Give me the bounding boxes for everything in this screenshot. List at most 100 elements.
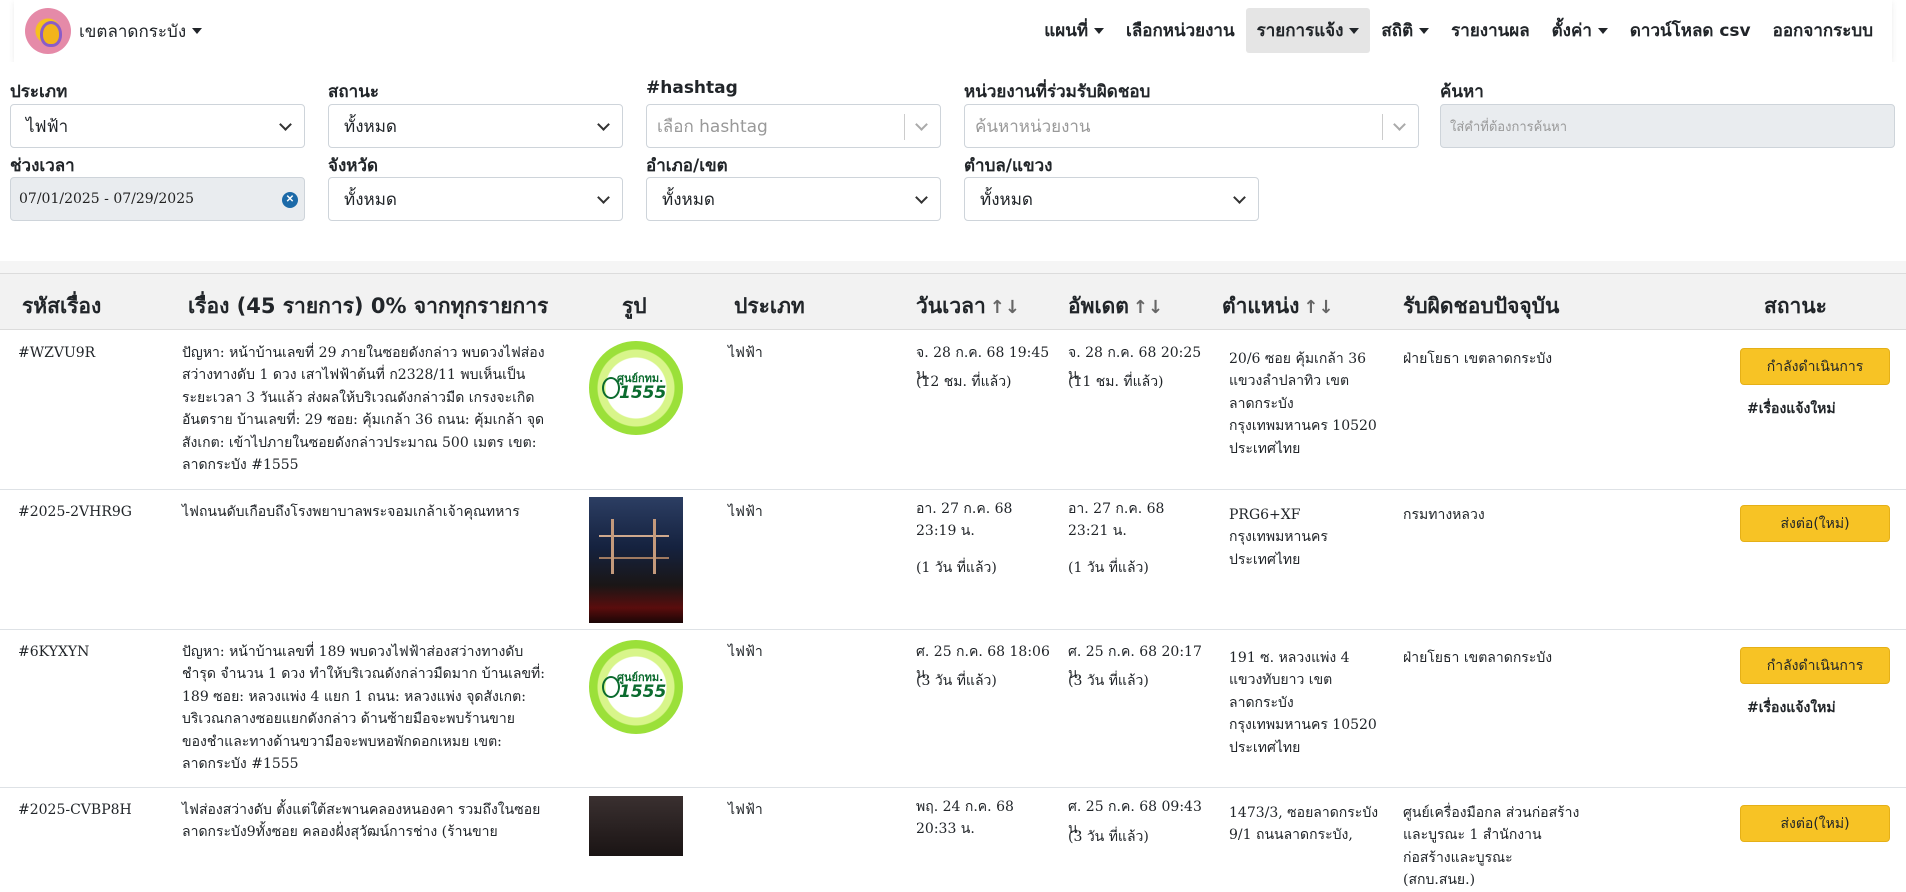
row-type: ไฟฟ้า: [728, 644, 763, 660]
row-code[interactable]: #WZVU9R: [18, 342, 95, 364]
nav-item-7[interactable]: ออกจากระบบ: [1762, 8, 1884, 53]
status-button[interactable]: ส่งต่อ(ใหม่): [1740, 505, 1890, 542]
table-header: รหัสเรื่อง เรื่อง (45 รายการ) 0% จากทุกร…: [0, 273, 1906, 330]
table-row[interactable]: #WZVU9R ปัญหา: หน้าบ้านเลขที่ 29 ภายในซอ…: [0, 331, 1906, 490]
row-title: ไฟถนนดับเกือบถึงโรงพยาบาลพระจอมเกล้าเจ้า…: [182, 504, 520, 520]
photo-pole: [611, 519, 614, 574]
navbar: เขตลาดกระบัง แผนที่ เลือกหน่วยงาน รายการแจ…: [14, 0, 1892, 62]
chevron-down-icon: [597, 191, 610, 204]
row-title: ปัญหา: หน้าบ้านเลขที่ 189 พบดวงไฟฟ้าส่อง…: [182, 644, 545, 773]
chevron-down-icon: [1233, 191, 1246, 204]
header-status: สถานะ: [1764, 294, 1827, 318]
brand-name: เขตลาดกระบัง: [79, 21, 187, 42]
row-code[interactable]: #2025-CVBP8H: [18, 799, 132, 821]
province-select[interactable]: ทั้งหมด: [328, 177, 623, 221]
table-row[interactable]: #2025-2VHR9G ไฟถนนดับเกือบถึงโรงพยาบาลพร…: [0, 490, 1906, 630]
clear-icon[interactable]: ✕: [282, 192, 298, 208]
date-range-input[interactable]: 07/01/2025 - 07/29/2025 ✕: [10, 177, 305, 221]
row-location: 1473/3, ซอยลาดกระบัง 9/1 ถนนลาดกระบัง,: [1229, 805, 1379, 844]
district-select[interactable]: ทั้งหมด: [646, 177, 941, 221]
select-separator: [1382, 114, 1383, 140]
nav-item-2[interactable]: รายการแจ้ง: [1245, 8, 1371, 53]
row-type: ไฟฟ้า: [728, 345, 763, 361]
header-responsible: รับผิดชอบปัจจุบัน: [1403, 294, 1560, 318]
row-responsible: กรมทางหลวง: [1403, 507, 1485, 523]
type-label: ประเภท: [10, 82, 68, 102]
row-responsible: ฝ่ายโยธา เขตลาดกระบัง: [1403, 351, 1553, 367]
row-tag[interactable]: #เรื่องแจ้งใหม่: [1747, 697, 1836, 719]
nav-item-5[interactable]: ตั้งค่า: [1541, 8, 1619, 53]
row-updated-ago: (11 ชม. ที่แล้ว): [1068, 374, 1164, 390]
photo-bridge: [599, 535, 669, 559]
row-location: 20/6 ซอย คุ้มเกล้า 36 แขวงลำปลาทิว เขตลา…: [1229, 351, 1377, 457]
row-updated-ago: (3 วัน ที่แล้ว): [1068, 673, 1149, 689]
row-code[interactable]: #6KYXYN: [18, 641, 89, 663]
chevron-down-icon: [1349, 27, 1360, 34]
chevron-down-icon: [597, 118, 610, 131]
row-responsible: ฝ่ายโยธา เขตลาดกระบัง: [1403, 650, 1553, 666]
province-label: จังหวัด: [328, 156, 379, 176]
row-code[interactable]: #2025-2VHR9G: [18, 501, 132, 523]
row-datetime-ago: (12 ชม. ที่แล้ว): [916, 374, 1012, 390]
sort-icon[interactable]: ↑↓: [1133, 297, 1163, 318]
header-title: เรื่อง (45 รายการ) 0% จากทุกรายการ: [188, 294, 549, 318]
chevron-down-icon: [1419, 27, 1430, 34]
header-location[interactable]: ตำแหน่ง ↑↓: [1222, 290, 1334, 323]
header-datetime[interactable]: วันเวลา ↑↓: [916, 290, 1020, 323]
agency-label: หน่วยงานที่ร่วมรับผิดชอบ: [964, 82, 1151, 102]
nav-menu: แผนที่ เลือกหน่วยงาน รายการแจ้ง สถิติ รายงาน…: [1033, 8, 1884, 53]
sort-icon[interactable]: ↑↓: [1303, 297, 1333, 318]
hashtag-label: #hashtag: [646, 78, 738, 98]
select-separator: [904, 114, 905, 140]
chevron-down-icon: [1393, 118, 1406, 131]
status-button[interactable]: กำลังดำเนินการ: [1740, 348, 1890, 385]
brand-dropdown[interactable]: เขตลาดกระบัง: [25, 8, 203, 54]
filter-panel: ประเภท ไฟฟ้า สถานะ ทั้งหมด #hashtag เลือ…: [0, 62, 1906, 261]
brand-logo: [25, 8, 71, 54]
hashtag-select[interactable]: เลือก hashtag: [646, 104, 941, 148]
nav-item-3[interactable]: สถิติ: [1370, 8, 1440, 53]
status-button[interactable]: ส่งต่อ(ใหม่): [1740, 805, 1890, 842]
status-select[interactable]: ทั้งหมด: [328, 104, 623, 148]
row-updated-ago: (1 วัน ที่แล้ว): [1068, 560, 1149, 576]
row-image[interactable]: [589, 497, 683, 623]
chevron-down-icon: [915, 118, 928, 131]
nav-item-4[interactable]: รายงานผล: [1440, 8, 1540, 53]
district-label: อำเภอ/เขต: [646, 156, 728, 176]
row-title: ไฟส่องสว่างดับ ตั้งแต่ใต้สะพานคลองหนองคา…: [182, 802, 541, 841]
row-datetime-ago: (3 วัน ที่แล้ว): [916, 673, 997, 689]
row-datetime: พฤ. 24 ก.ค. 68 20:33 น.: [916, 799, 1014, 838]
status-button[interactable]: กำลังดำเนินการ: [1740, 647, 1890, 684]
row-image[interactable]: [589, 796, 683, 856]
search-input[interactable]: ใส่คำที่ต้องการค้นหา: [1440, 104, 1895, 148]
agency-select[interactable]: ค้นหาหน่วยงาน: [964, 104, 1419, 148]
chevron-down-icon: [279, 118, 292, 131]
header-code: รหัสเรื่อง: [22, 294, 102, 318]
subdistrict-select[interactable]: ทั้งหมด: [964, 177, 1259, 221]
section-divider: [0, 261, 1906, 273]
row-updated-ago: (3 วัน ที่แล้ว): [1068, 829, 1149, 845]
header-image: รูป: [622, 294, 647, 318]
table-row[interactable]: #6KYXYN ปัญหา: หน้าบ้านเลขที่ 189 พบดวงไ…: [0, 630, 1906, 788]
nav-item-0[interactable]: แผนที่: [1033, 8, 1115, 53]
chevron-down-icon: [192, 28, 203, 34]
nav-item-1[interactable]: เลือกหน่วยงาน: [1115, 8, 1246, 53]
header-type: ประเภท: [734, 294, 805, 318]
header-updated[interactable]: อัพเดต ↑↓: [1068, 290, 1163, 323]
row-type: ไฟฟ้า: [728, 802, 763, 818]
period-label: ช่วงเวลา: [10, 156, 75, 176]
chevron-down-icon: [1597, 27, 1608, 34]
type-select[interactable]: ไฟฟ้า: [10, 104, 305, 148]
chevron-down-icon: [915, 191, 928, 204]
row-type: ไฟฟ้า: [728, 504, 763, 520]
row-datetime: อา. 27 ก.ค. 68 23:19 น.: [916, 501, 1013, 540]
search-label: ค้นหา: [1440, 82, 1484, 102]
table-row[interactable]: #2025-CVBP8H ไฟส่องสว่างดับ ตั้งแต่ใต้สะ…: [0, 788, 1906, 888]
row-title: ปัญหา: หน้าบ้านเลขที่ 29 ภายในซอยดังกล่า…: [182, 345, 545, 474]
chevron-down-icon: [1094, 27, 1105, 34]
nav-item-6[interactable]: ดาวน์โหลด csv: [1619, 8, 1762, 53]
row-image[interactable]: ศูนย์กทม. 1555: [589, 640, 683, 734]
row-image[interactable]: ศูนย์กทม. 1555: [589, 341, 683, 435]
sort-icon[interactable]: ↑↓: [990, 297, 1020, 318]
row-tag[interactable]: #เรื่องแจ้งใหม่: [1747, 398, 1836, 420]
